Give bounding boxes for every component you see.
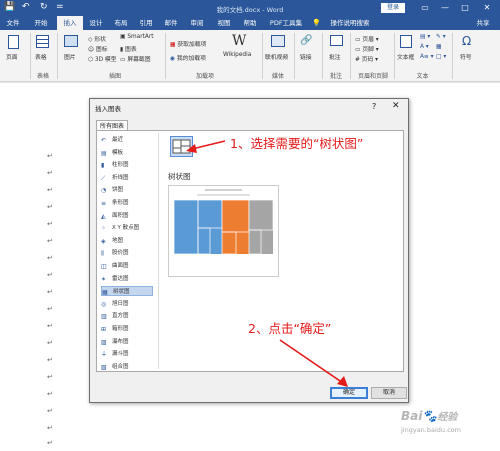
annotation-arrows	[186, 140, 348, 387]
annotation-step1: 1、选择需要的“树状图”	[230, 136, 364, 151]
watermark-logo: Bai🐾经验	[401, 409, 458, 423]
annotation-step2: 2、点击“确定”	[248, 321, 332, 336]
watermark-url: jingyan.baidu.com	[401, 426, 461, 434]
baidu-watermark: Bai🐾经验 jingyan.baidu.com	[395, 406, 495, 446]
